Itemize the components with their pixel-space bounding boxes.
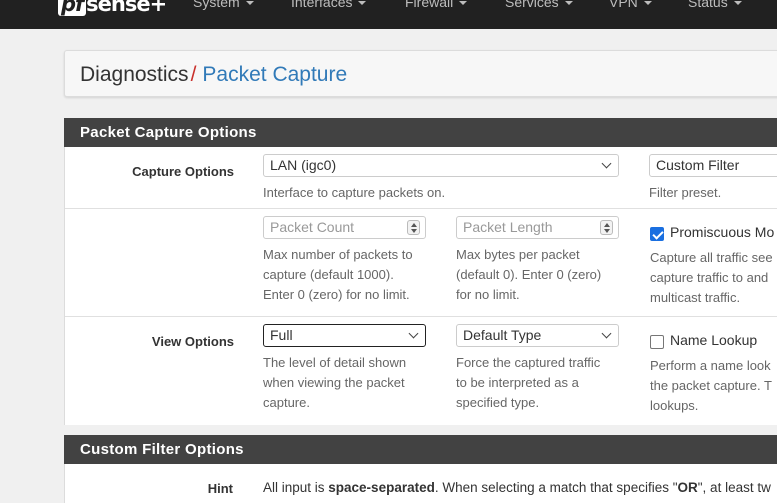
nav-vpn[interactable]: VPN: [609, 0, 652, 10]
name-lookup-help: Perform a name look the packet capture. …: [650, 356, 772, 416]
nav-interfaces[interactable]: Interfaces: [291, 0, 367, 10]
logo-plus: +: [149, 0, 168, 16]
caret-down-icon: [459, 1, 468, 6]
capture-options-panel: Capture Options LAN (igc0) Interface to …: [64, 147, 777, 425]
nav-services-label: Services: [505, 0, 559, 10]
nav-status[interactable]: Status: [688, 0, 742, 10]
capture-options-row: Capture Options LAN (igc0) Interface to …: [65, 147, 777, 209]
caret-down-icon: [245, 1, 254, 6]
logo-pf: pf: [58, 0, 87, 16]
nav-system[interactable]: System: [193, 0, 254, 10]
interface-help: Interface to capture packets on.: [263, 185, 446, 200]
pfsense-logo[interactable]: pf sense+: [58, 0, 168, 16]
help-line: multicast traffic.: [650, 290, 741, 305]
help-line: Force the captured traffic: [456, 355, 601, 370]
breadcrumb-path: Diagnostics/Packet Capture: [80, 63, 347, 87]
hint-part: ", at least tw: [697, 480, 771, 495]
packet-count-help: Max number of packets to capture (defaul…: [263, 245, 413, 305]
nav-vpn-label: VPN: [609, 0, 638, 10]
breadcrumb-root: Diagnostics: [80, 63, 189, 86]
chevron-down-icon: [601, 158, 612, 169]
promiscuous-label[interactable]: Promiscuous Mo: [670, 224, 774, 240]
hint-bold: OR: [677, 480, 698, 495]
caret-down-icon: [733, 1, 742, 6]
help-line: Perform a name look: [650, 358, 771, 373]
promiscuous-help: Capture all traffic see capture traffic …: [650, 248, 773, 308]
view-options-label: View Options: [151, 334, 234, 349]
caret-down-icon: [564, 1, 573, 6]
capture-type-select[interactable]: Default Type: [456, 324, 619, 347]
interface-select[interactable]: LAN (igc0): [263, 154, 619, 177]
packet-length-input[interactable]: Packet Length: [456, 216, 619, 239]
help-line: (default 0). Enter 0 (zero): [456, 267, 602, 282]
spinner-icon[interactable]: [407, 220, 420, 235]
help-line: lookups.: [650, 398, 699, 413]
nav-interfaces-label: Interfaces: [291, 0, 353, 10]
filter-preset-select[interactable]: Custom Filter: [649, 154, 777, 177]
interface-select-value: LAN (igc0): [270, 157, 337, 173]
detail-level-select[interactable]: Full: [263, 324, 426, 347]
view-options-row: View Options Full The level of detail sh…: [65, 317, 777, 425]
hint-bold: space-separated: [328, 480, 435, 495]
custom-filter-panel-title: Custom Filter Options: [64, 435, 777, 464]
filter-preset-value: Custom Filter: [656, 157, 740, 173]
packet-length-help: Max bytes per packet (default 0). Enter …: [456, 245, 601, 305]
breadcrumb-separator: /: [190, 63, 197, 86]
help-line: Enter 0 (zero) for no limit.: [263, 287, 410, 302]
hint-part: . When selecting a match that specifies …: [434, 480, 678, 495]
top-navbar: pf sense+ System Interfaces Firewall Serv…: [0, 0, 777, 29]
nav-firewall-label: Firewall: [405, 0, 454, 10]
breadcrumb-current[interactable]: Packet Capture: [202, 63, 347, 86]
promiscuous-checkbox[interactable]: [650, 227, 664, 241]
packet-count-placeholder: Packet Count: [270, 219, 355, 235]
name-lookup-checkbox[interactable]: [650, 335, 664, 349]
help-line: when viewing the packet: [263, 375, 405, 390]
packet-count-input[interactable]: Packet Count: [263, 216, 426, 239]
name-lookup-label[interactable]: Name Lookup: [670, 332, 757, 348]
help-line: Max number of packets to: [263, 247, 413, 262]
help-line: Max bytes per packet: [456, 247, 580, 262]
help-line: to be interpreted as a: [456, 375, 579, 390]
help-line: capture (default 1000).: [263, 267, 394, 282]
help-line: The level of detail shown: [263, 355, 407, 370]
detail-level-value: Full: [270, 327, 293, 343]
hint-label: Hint: [207, 481, 233, 496]
caret-down-icon: [643, 1, 652, 6]
help-line: capture traffic to and: [650, 270, 769, 285]
nav-services[interactable]: Services: [505, 0, 573, 10]
help-line: for no limit.: [456, 287, 520, 302]
chevron-down-icon: [408, 328, 419, 339]
detail-level-help: The level of detail shown when viewing t…: [263, 353, 406, 413]
help-line: specified type.: [456, 395, 540, 410]
logo-sense: sense: [86, 0, 150, 16]
custom-filter-panel: Hint All input is space-separated. When …: [64, 464, 777, 503]
capture-type-help: Force the captured traffic to be interpr…: [456, 353, 600, 413]
help-line: Capture all traffic see: [650, 250, 773, 265]
nav-firewall[interactable]: Firewall: [405, 0, 468, 10]
chevron-down-icon: [601, 328, 612, 339]
capture-options-panel-title: Packet Capture Options: [64, 118, 777, 147]
capture-options-label: Capture Options: [132, 164, 234, 179]
nav-system-label: System: [193, 0, 240, 10]
hint-part: All input is: [263, 480, 329, 495]
packet-length-placeholder: Packet Length: [463, 219, 553, 235]
breadcrumb: Diagnostics/Packet Capture: [64, 50, 777, 97]
help-line: the packet capture. T: [650, 378, 772, 393]
capture-type-value: Default Type: [463, 327, 542, 343]
caret-down-icon: [358, 1, 367, 6]
hint-text: All input is space-separated. When selec…: [263, 480, 771, 495]
spinner-icon[interactable]: [600, 220, 613, 235]
filter-preset-help: Filter preset.: [649, 185, 722, 200]
help-line: capture.: [263, 395, 310, 410]
capture-limits-row: Packet Count Max number of packets to ca…: [65, 209, 777, 317]
nav-status-label: Status: [688, 0, 728, 10]
